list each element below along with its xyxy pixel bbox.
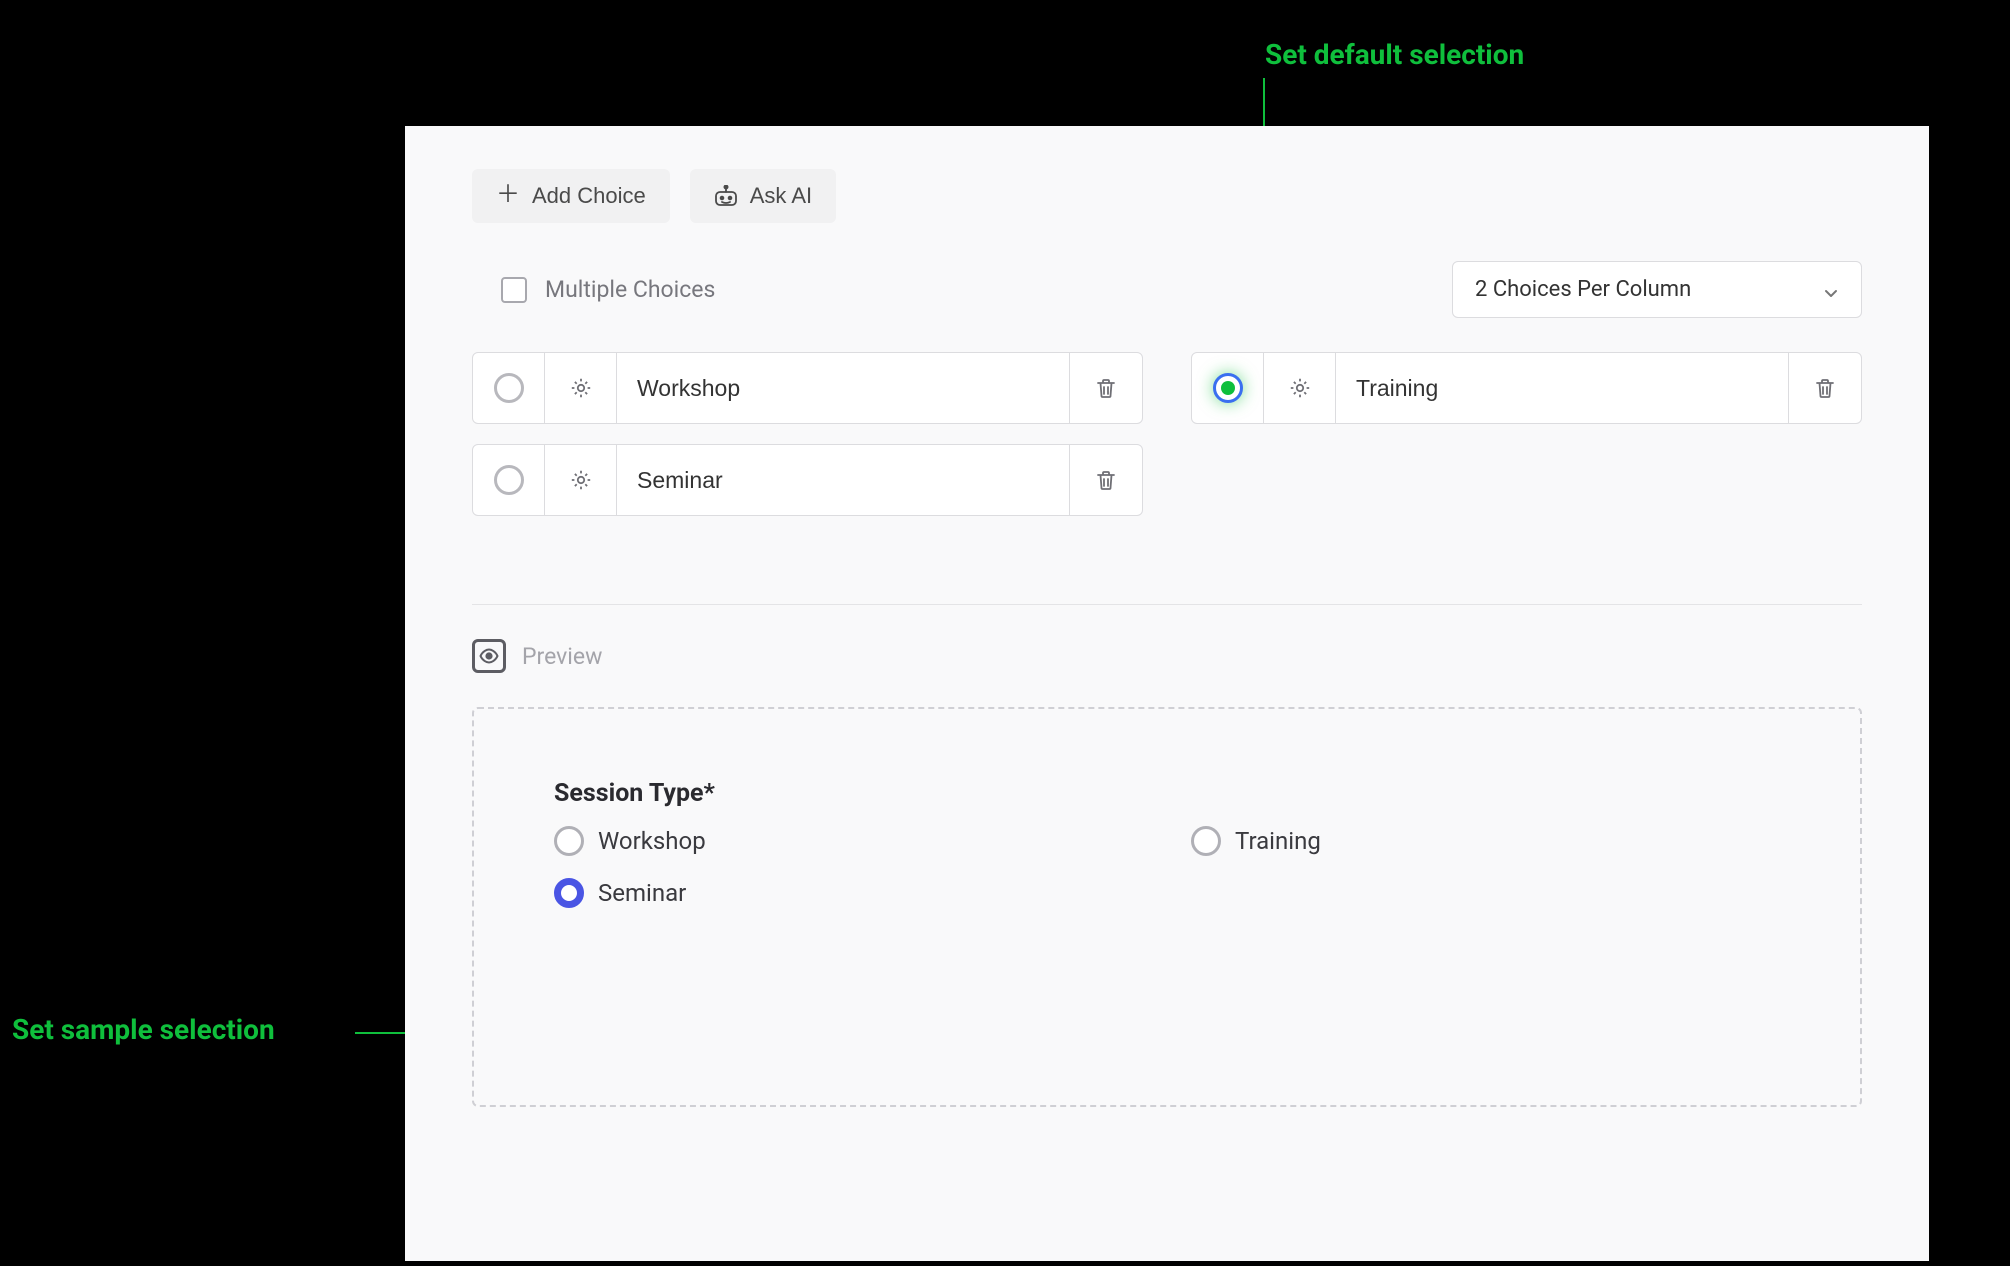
multiple-choices-label: Multiple Choices xyxy=(545,276,715,303)
choice-row xyxy=(1191,352,1862,424)
choice-delete-cell[interactable] xyxy=(1070,353,1142,423)
choices-list xyxy=(472,352,1862,516)
choice-row xyxy=(472,444,1143,516)
radio-icon[interactable] xyxy=(494,465,524,495)
option-label: Training xyxy=(1235,827,1321,855)
trash-icon[interactable] xyxy=(1094,376,1118,400)
option-label: Seminar xyxy=(598,879,686,907)
gear-icon[interactable] xyxy=(1288,376,1312,400)
trash-icon[interactable] xyxy=(1094,468,1118,492)
multiple-choices-toggle[interactable]: Multiple Choices xyxy=(472,276,715,303)
annotation-sample-selection: Set sample selection xyxy=(12,1013,275,1046)
add-choice-button[interactable]: ＋ Add Choice xyxy=(472,169,670,223)
radio-icon[interactable] xyxy=(554,878,584,908)
preview-box: Session Type* Workshop Training Seminar xyxy=(472,707,1862,1107)
checkbox-icon[interactable] xyxy=(501,277,527,303)
preview-header: Preview xyxy=(472,639,1862,673)
ask-ai-button[interactable]: Ask AI xyxy=(690,169,836,223)
choice-text-input[interactable] xyxy=(637,467,1049,494)
gear-icon[interactable] xyxy=(569,376,593,400)
plus-icon: ＋ xyxy=(496,183,520,207)
choice-settings-cell[interactable] xyxy=(545,445,617,515)
trash-icon[interactable] xyxy=(1813,376,1837,400)
option-label: Workshop xyxy=(598,827,706,855)
choice-input-cell xyxy=(617,353,1070,423)
choice-input-cell xyxy=(1336,353,1789,423)
toolbar: ＋ Add Choice Ask AI xyxy=(472,169,1862,223)
preview-options: Workshop Training Seminar xyxy=(554,826,1780,908)
choice-text-input[interactable] xyxy=(637,375,1049,402)
choice-delete-cell[interactable] xyxy=(1070,445,1142,515)
radio-icon[interactable] xyxy=(1191,826,1221,856)
field-title: Session Type* xyxy=(554,779,1780,808)
choice-row xyxy=(472,352,1143,424)
choice-delete-cell[interactable] xyxy=(1789,353,1861,423)
chevron-down-icon xyxy=(1823,282,1839,298)
annotation-default-selection: Set default selection xyxy=(1265,38,1524,71)
preview-option[interactable]: Training xyxy=(1191,826,1780,856)
radio-icon[interactable] xyxy=(494,373,524,403)
options-row: Multiple Choices 2 Choices Per Column xyxy=(472,261,1862,318)
preview-option[interactable]: Workshop xyxy=(554,826,1143,856)
editor-panel: ＋ Add Choice Ask AI Multiple Choices xyxy=(405,126,1929,1261)
bot-icon xyxy=(714,185,738,207)
ask-ai-label: Ask AI xyxy=(750,183,812,209)
preview-label: Preview xyxy=(522,643,602,670)
gear-icon[interactable] xyxy=(569,468,593,492)
default-radio-cell[interactable] xyxy=(473,353,545,423)
radio-icon[interactable] xyxy=(1213,373,1243,403)
choice-settings-cell[interactable] xyxy=(1264,353,1336,423)
radio-icon[interactable] xyxy=(554,826,584,856)
columns-dropdown-value: 2 Choices Per Column xyxy=(1475,277,1691,302)
default-radio-cell[interactable] xyxy=(1192,353,1264,423)
add-choice-label: Add Choice xyxy=(532,183,646,209)
columns-dropdown[interactable]: 2 Choices Per Column xyxy=(1452,261,1862,318)
default-radio-cell[interactable] xyxy=(473,445,545,515)
choice-settings-cell[interactable] xyxy=(545,353,617,423)
preview-icon xyxy=(472,639,506,673)
preview-option[interactable]: Seminar xyxy=(554,878,1143,908)
section-divider xyxy=(472,604,1862,605)
choice-input-cell xyxy=(617,445,1070,515)
choice-text-input[interactable] xyxy=(1356,375,1768,402)
